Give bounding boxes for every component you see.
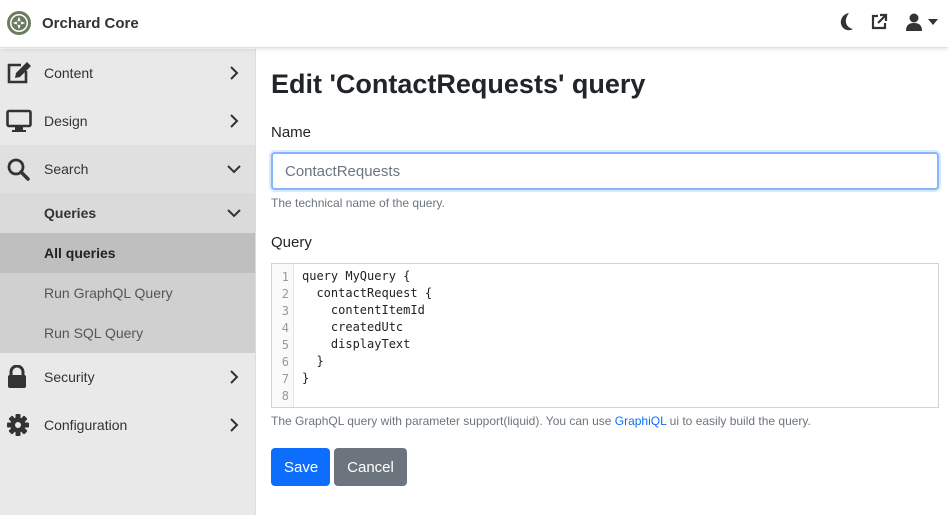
chevron-right-icon (227, 66, 241, 80)
sidebar-item-label: Run SQL Query (44, 325, 144, 341)
sidebar-item-label: Security (44, 369, 95, 385)
query-editor[interactable]: 1 2 3 4 5 6 7 8 query MyQuery { contactR… (271, 263, 939, 408)
orchard-logo-icon (6, 10, 32, 36)
search-submenu: Queries All queries Run GraphQL Query Ru… (0, 193, 255, 353)
monitor-icon (6, 109, 32, 133)
name-input[interactable] (271, 152, 939, 190)
query-help-suffix: ui to easily build the query. (666, 414, 811, 428)
search-icon (6, 157, 32, 181)
sidebar-item-run-graphql-query[interactable]: Run GraphQL Query (0, 273, 255, 313)
code-line: contactRequest { (302, 286, 433, 300)
line-number: 3 (281, 304, 289, 318)
gear-icon (6, 413, 32, 437)
code-line: query MyQuery { (302, 269, 411, 283)
sidebar-item-label: All queries (44, 245, 116, 261)
code-line: } (302, 371, 310, 385)
query-help-text: The GraphQL query with parameter support… (271, 414, 811, 428)
sidebar-item-label: Content (44, 65, 94, 81)
page-title: Edit 'ContactRequests' query (271, 69, 646, 99)
chevron-right-icon (227, 114, 241, 128)
sidebar-item-label: Queries (44, 205, 97, 221)
query-label: Query (271, 234, 312, 251)
user-menu-button[interactable] (906, 13, 938, 31)
sidebar-item-all-queries[interactable]: All queries (0, 233, 255, 273)
line-number: 7 (281, 372, 289, 386)
chevron-right-icon (227, 370, 241, 384)
top-navbar: Orchard Core (0, 0, 948, 48)
lock-icon (6, 364, 32, 389)
line-number: 8 (281, 389, 289, 403)
sidebar-item-run-sql-query[interactable]: Run SQL Query (0, 313, 255, 353)
line-number: 5 (281, 338, 289, 352)
edit-icon (6, 61, 32, 85)
query-help-prefix: The GraphQL query with parameter support… (271, 414, 615, 428)
name-help-text: The technical name of the query. (271, 196, 445, 210)
app-title: Orchard Core (42, 14, 139, 32)
brand[interactable]: Orchard Core (6, 10, 139, 36)
line-number: 6 (281, 355, 289, 369)
caret-down-icon (928, 19, 938, 25)
code-line: displayText (302, 337, 411, 351)
sidebar-item-configuration[interactable]: Configuration (0, 401, 255, 449)
code-line: createdUtc (302, 320, 404, 334)
queries-submenu: All queries Run GraphQL Query Run SQL Qu… (0, 233, 255, 353)
save-button[interactable]: Save (271, 448, 330, 486)
line-number: 4 (281, 321, 289, 335)
code-line: } (302, 354, 324, 368)
chevron-right-icon (227, 418, 241, 432)
code-line: contentItemId (302, 303, 425, 317)
graphiql-link[interactable]: GraphiQL (615, 414, 667, 428)
line-number: 1 (281, 270, 289, 284)
sidebar-item-content[interactable]: Content (0, 49, 255, 97)
chevron-down-icon (227, 206, 241, 220)
code-area[interactable]: query MyQuery { contactRequest { content… (294, 264, 432, 407)
sidebar: Content Design Search Queries All querie… (0, 49, 256, 515)
sidebar-item-design[interactable]: Design (0, 97, 255, 145)
chevron-down-icon (227, 162, 241, 176)
line-number: 2 (281, 287, 289, 301)
sidebar-item-label: Run GraphQL Query (44, 285, 173, 301)
line-number-gutter: 1 2 3 4 5 6 7 8 (272, 264, 294, 407)
sidebar-item-queries[interactable]: Queries (0, 193, 255, 233)
external-link-icon[interactable] (870, 13, 888, 31)
moon-icon[interactable] (838, 12, 856, 32)
sidebar-item-label: Configuration (44, 417, 128, 433)
sidebar-item-security[interactable]: Security (0, 353, 255, 401)
sidebar-item-search[interactable]: Search (0, 145, 255, 193)
name-label: Name (271, 124, 312, 141)
sidebar-item-label: Search (44, 161, 89, 177)
cancel-button[interactable]: Cancel (334, 448, 407, 486)
user-icon (906, 13, 922, 31)
sidebar-item-label: Design (44, 113, 88, 129)
